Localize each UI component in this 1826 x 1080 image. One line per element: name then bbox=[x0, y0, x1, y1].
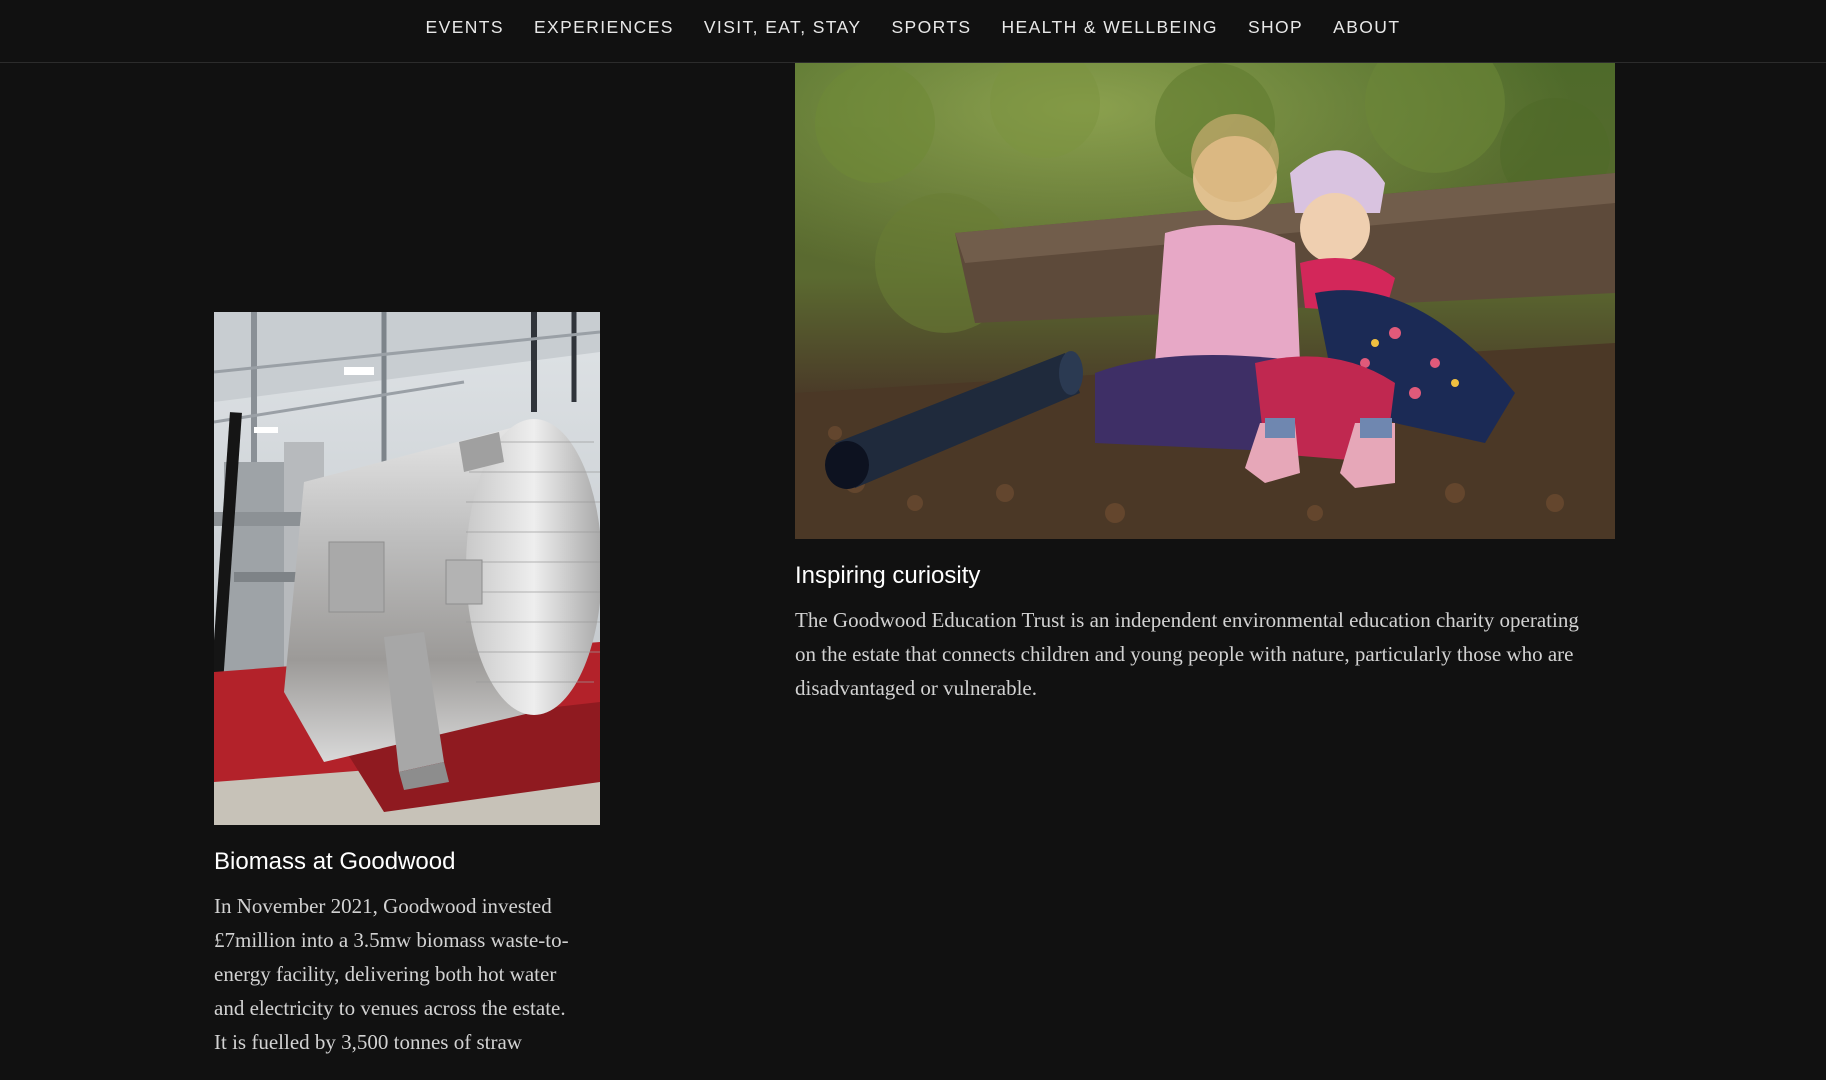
nav-item-health-wellbeing[interactable]: HEALTH & WELLBEING bbox=[1001, 17, 1217, 37]
children-in-woods-photo[interactable] bbox=[795, 63, 1615, 539]
biomass-card-body: In November 2021, Goodwood invested £7mi… bbox=[214, 894, 569, 1054]
education-card-body: The Goodwood Education Trust is an indep… bbox=[795, 608, 1579, 700]
education-card-title[interactable]: Inspiring curiosity bbox=[795, 561, 1617, 591]
nav-item-events[interactable]: EVENTS bbox=[426, 17, 504, 37]
biomass-card-title[interactable]: Biomass at Goodwood bbox=[214, 847, 602, 877]
nav-list: EVENTS EXPERIENCES VISIT, EAT, STAY SPOR… bbox=[0, 17, 1826, 37]
children-in-woods-illustration bbox=[795, 63, 1615, 539]
biomass-facility-illustration bbox=[214, 312, 600, 825]
top-navigation: EVENTS EXPERIENCES VISIT, EAT, STAY SPOR… bbox=[0, 0, 1826, 63]
biomass-facility-photo[interactable] bbox=[214, 312, 600, 825]
nav-item-experiences[interactable]: EXPERIENCES bbox=[534, 17, 674, 37]
nav-item-sports[interactable]: SPORTS bbox=[891, 17, 971, 37]
card-biomass: Biomass at Goodwood In November 2021, Go… bbox=[214, 312, 602, 1059]
nav-item-about[interactable]: ABOUT bbox=[1333, 17, 1400, 37]
nav-item-visit-eat-stay[interactable]: VISIT, EAT, STAY bbox=[704, 17, 862, 37]
nav-item-shop[interactable]: SHOP bbox=[1248, 17, 1303, 37]
card-education: Inspiring curiosity The Goodwood Educati… bbox=[795, 63, 1617, 705]
